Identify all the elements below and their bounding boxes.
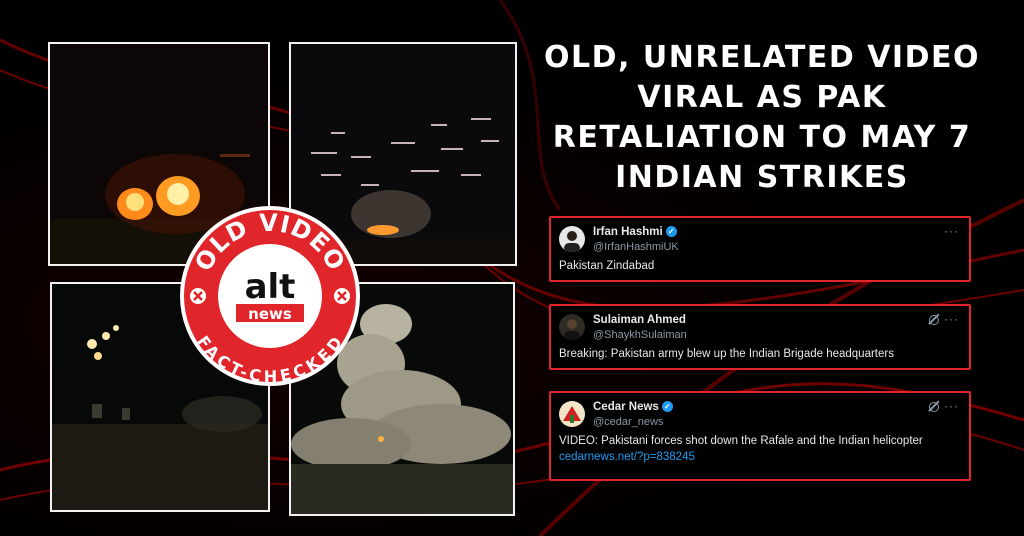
headline: OLD, UNRELATED VIDEO VIRAL AS PAK RETALI… (543, 40, 980, 195)
tweet-card: Cedar News ✓ @cedar_news ··· VIDEO: Pakis… (549, 391, 971, 481)
fact-check-badge: OLD VIDEO FACT-CHECKED alt news (180, 206, 360, 386)
tweet-text: VIDEO: Pakistani forces shot down the Ra… (559, 435, 923, 447)
graphic-canvas: OLD VIDEO FACT-CHECKED alt news OLD, UNR… (0, 0, 1024, 536)
more-icon[interactable]: ··· (944, 312, 959, 326)
verified-badge-icon: ✓ (661, 401, 673, 412)
more-icon[interactable]: ··· (944, 399, 959, 413)
more-icon[interactable]: ··· (944, 224, 959, 238)
avatar (559, 314, 585, 340)
tweet-handle: @IrfanHashmiUK (593, 241, 679, 253)
tweet-author-name: Sulaiman Ahmed (593, 314, 686, 326)
tweet-author-name: Cedar News (593, 401, 659, 413)
close-x-icon (334, 288, 350, 304)
grok-icon[interactable] (929, 402, 939, 412)
alt-news-logo-top: alt (245, 267, 296, 307)
tweet-card: Sulaiman Ahmed @ShaykhSulaiman ··· Break… (549, 304, 971, 370)
avatar (559, 226, 585, 252)
verified-badge-icon: ✓ (665, 226, 677, 237)
tweet-text: Pakistan Zindabad (559, 260, 655, 272)
close-x-icon (190, 288, 206, 304)
tweet-text: Breaking: Pakistan army blew up the Indi… (559, 348, 894, 360)
alt-news-logo-bottom: news (248, 305, 292, 323)
avatar (559, 401, 585, 427)
tweet-handle: @cedar_news (593, 416, 664, 428)
tweet-handle: @ShaykhSulaiman (593, 329, 687, 341)
grok-icon[interactable] (929, 315, 939, 325)
tweet-link[interactable]: cedarnews.net/?p=838245 (559, 449, 961, 465)
tweet-card: Irfan Hashmi ✓ @IrfanHashmiUK ··· Pakista… (549, 216, 971, 282)
tweet-author-name: Irfan Hashmi (593, 226, 663, 238)
